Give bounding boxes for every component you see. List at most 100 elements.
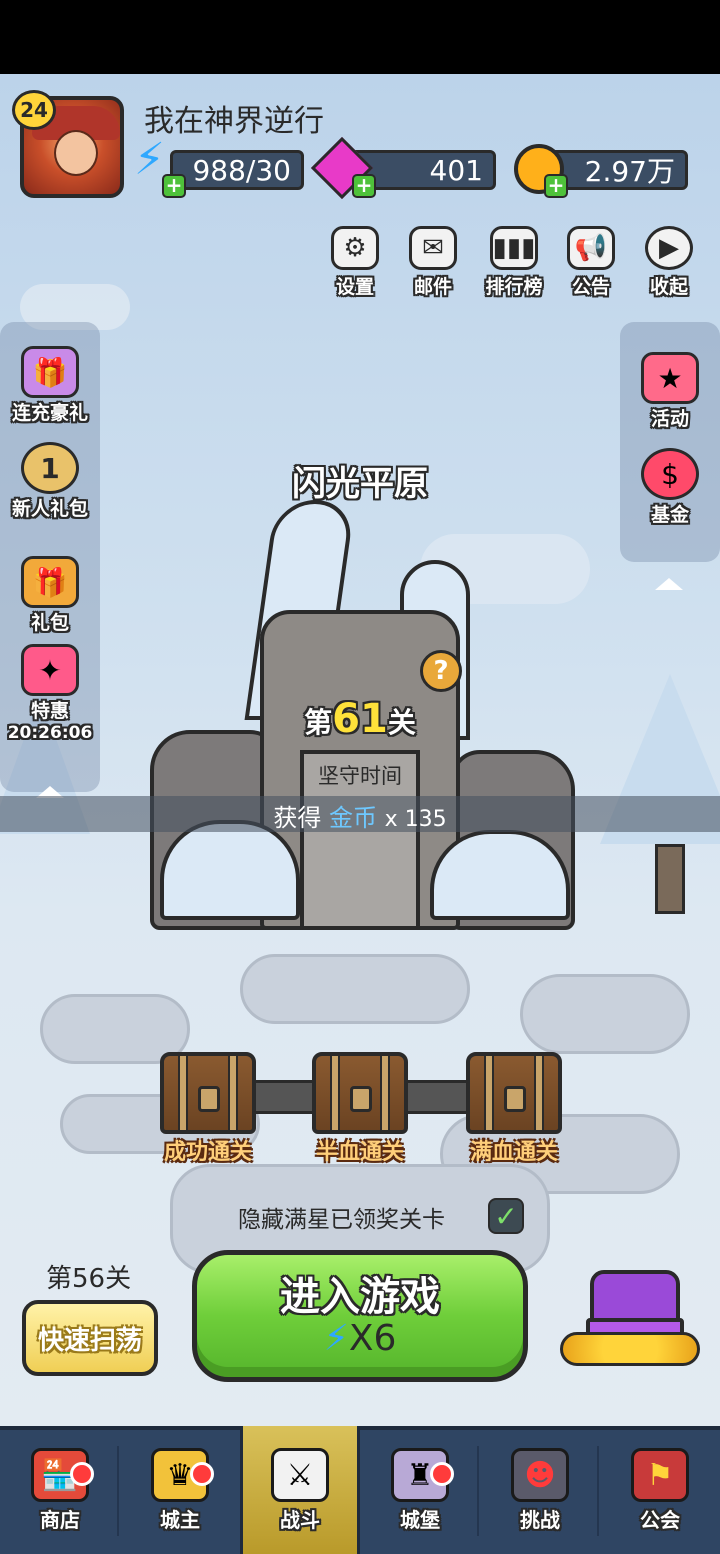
level-prefix: 第 <box>304 706 333 739</box>
fund-label: 基金 <box>650 504 689 526</box>
mail-button[interactable]: ✉ 邮件 <box>398 226 468 302</box>
checkmark-icon: ✓ <box>494 1199 518 1233</box>
notification-dot <box>430 1462 454 1486</box>
gem-value: 401 <box>429 153 483 187</box>
energy-bar: 988/30 <box>170 150 304 190</box>
energy-value: 988/30 <box>192 153 291 187</box>
lock-icon <box>350 1086 372 1112</box>
nav-castle[interactable]: ♜ 城堡 <box>360 1426 480 1554</box>
nav-battle-label: 战斗 <box>280 1508 320 1532</box>
nav-challenge-label: 挑战 <box>520 1508 560 1532</box>
activity-button[interactable]: ★ 活动 <box>622 352 718 431</box>
newbie-pack-label: 新人礼包 <box>11 498 88 520</box>
help-question-icon[interactable]: ? <box>420 650 462 692</box>
gift-box-icon: 🎁 <box>21 346 79 398</box>
mail-icon: ✉ <box>409 226 457 270</box>
enter-cost-value: X6 <box>348 1318 397 1359</box>
add-energy-button[interactable]: + <box>162 174 186 198</box>
treasure-chest-icon[interactable] <box>560 1262 700 1374</box>
energy-bolt-icon: ⚡ <box>323 1318 349 1359</box>
level-suffix: 关 <box>387 706 416 739</box>
special-offer-button[interactable]: ✦ 特惠 20:26:06 <box>2 644 98 743</box>
chest-full-hp-label: 满血通关 <box>469 1140 558 1165</box>
chest-half-hp[interactable] <box>312 1052 408 1134</box>
activity-label: 活动 <box>650 408 689 430</box>
chest-half-hp-label: 半血通关 <box>315 1140 404 1165</box>
collapse-button[interactable]: ▶ 收起 <box>634 226 704 302</box>
stage-title: 闪光平原 <box>292 464 428 504</box>
nav-challenge[interactable]: ☻ 挑战 <box>480 1426 600 1554</box>
nav-shop[interactable]: 🏪 商店 <box>0 1426 120 1554</box>
ranking-button[interactable]: ▮▮▮ 排行榜 <box>476 226 552 302</box>
fund-button[interactable]: $ 基金 <box>622 448 718 527</box>
newbie-pack-button[interactable]: 1 新人礼包 <box>2 442 98 521</box>
nav-battle[interactable]: ⚔ 战斗 <box>240 1426 360 1554</box>
special-offer-timer: 20:26:06 <box>7 723 93 743</box>
snow-mound <box>160 820 300 920</box>
add-gold-button[interactable]: + <box>544 174 568 198</box>
nav-lord-label: 城主 <box>160 1508 200 1532</box>
reward-item: 金币 <box>328 804 377 832</box>
nav-shop-label: 商店 <box>40 1508 80 1532</box>
tree-trunk <box>655 844 685 914</box>
enter-game-label: 进入游戏 <box>280 1274 440 1320</box>
recharge-gift-label: 连充豪礼 <box>11 402 88 424</box>
nav-divider <box>117 1446 119 1536</box>
star-badge-icon: 1 <box>21 442 79 494</box>
right-panel-collapse-arrow[interactable] <box>655 578 683 590</box>
collapse-play-icon: ▶ <box>645 226 693 270</box>
megaphone-icon: 📢 <box>567 226 615 270</box>
chest-full-hp[interactable] <box>466 1052 562 1134</box>
reward-text: 获得 金币 x 135 <box>200 798 520 833</box>
nav-castle-label: 城堡 <box>400 1508 440 1532</box>
fund-bag-icon: $ <box>641 448 699 500</box>
player-level-badge: 24 <box>12 90 56 130</box>
ranking-label: 排行榜 <box>485 276 543 298</box>
nav-guild[interactable]: ⚑ 公会 <box>600 1426 720 1554</box>
hide-completed-checkbox[interactable]: ✓ <box>488 1198 524 1234</box>
crossed-swords-icon: ⚔ <box>271 1448 329 1502</box>
collapse-label: 收起 <box>649 276 688 298</box>
hide-completed-label: 隐藏满星已领奖关卡 <box>238 1207 445 1233</box>
enter-game-cost: ⚡X6 <box>192 1318 528 1359</box>
nav-divider <box>477 1446 479 1536</box>
ground-stone <box>520 974 690 1054</box>
lock-icon <box>504 1086 526 1112</box>
gold-value: 2.97万 <box>584 155 675 188</box>
gift-pack-button[interactable]: 🎁 礼包 <box>2 556 98 635</box>
settings-button[interactable]: ⚙ 设置 <box>320 226 390 302</box>
announcement-button[interactable]: 📢 公告 <box>556 226 626 302</box>
nav-guild-label: 公会 <box>640 1508 680 1532</box>
quick-sweep-button[interactable]: 快速扫荡 <box>22 1300 158 1376</box>
mail-label: 邮件 <box>413 276 452 298</box>
notification-dot <box>190 1462 214 1486</box>
guild-banner-icon: ⚑ <box>631 1448 689 1502</box>
chest-success[interactable] <box>160 1052 256 1134</box>
level-number: 61 <box>332 696 388 742</box>
settings-label: 设置 <box>335 276 374 298</box>
level-number-label: 第61关 <box>290 696 430 742</box>
ground-stone <box>240 954 470 1024</box>
reward-amount: x 135 <box>384 807 447 832</box>
recharge-gift-button[interactable]: 🎁 连充豪礼 <box>2 346 98 425</box>
nav-lord[interactable]: ♛ 城主 <box>120 1426 240 1554</box>
special-offer-chest-icon: ✦ <box>21 644 79 696</box>
gear-icon: ⚙ <box>331 226 379 270</box>
ranking-icon: ▮▮▮ <box>490 226 538 270</box>
gift-icon: 🎁 <box>21 556 79 608</box>
nav-divider <box>597 1446 599 1536</box>
snow-mound <box>430 830 570 920</box>
newbie-pack-badge: 1 <box>40 451 60 485</box>
chest-success-label: 成功通关 <box>163 1140 252 1165</box>
gift-pack-label: 礼包 <box>30 612 69 634</box>
sweep-level-label: 第56关 <box>46 1264 132 1294</box>
energy-bolt-icon: ⚡ <box>134 134 165 185</box>
lock-icon <box>198 1086 220 1112</box>
announcement-label: 公告 <box>571 276 610 298</box>
stage-mode: 坚守时间 <box>318 764 402 788</box>
player-name: 我在神界逆行 <box>144 104 324 139</box>
add-gem-button[interactable]: + <box>352 174 376 198</box>
notification-dot <box>70 1462 94 1486</box>
special-offer-label: 特惠 <box>30 700 69 722</box>
demon-icon: ☻ <box>511 1448 569 1502</box>
